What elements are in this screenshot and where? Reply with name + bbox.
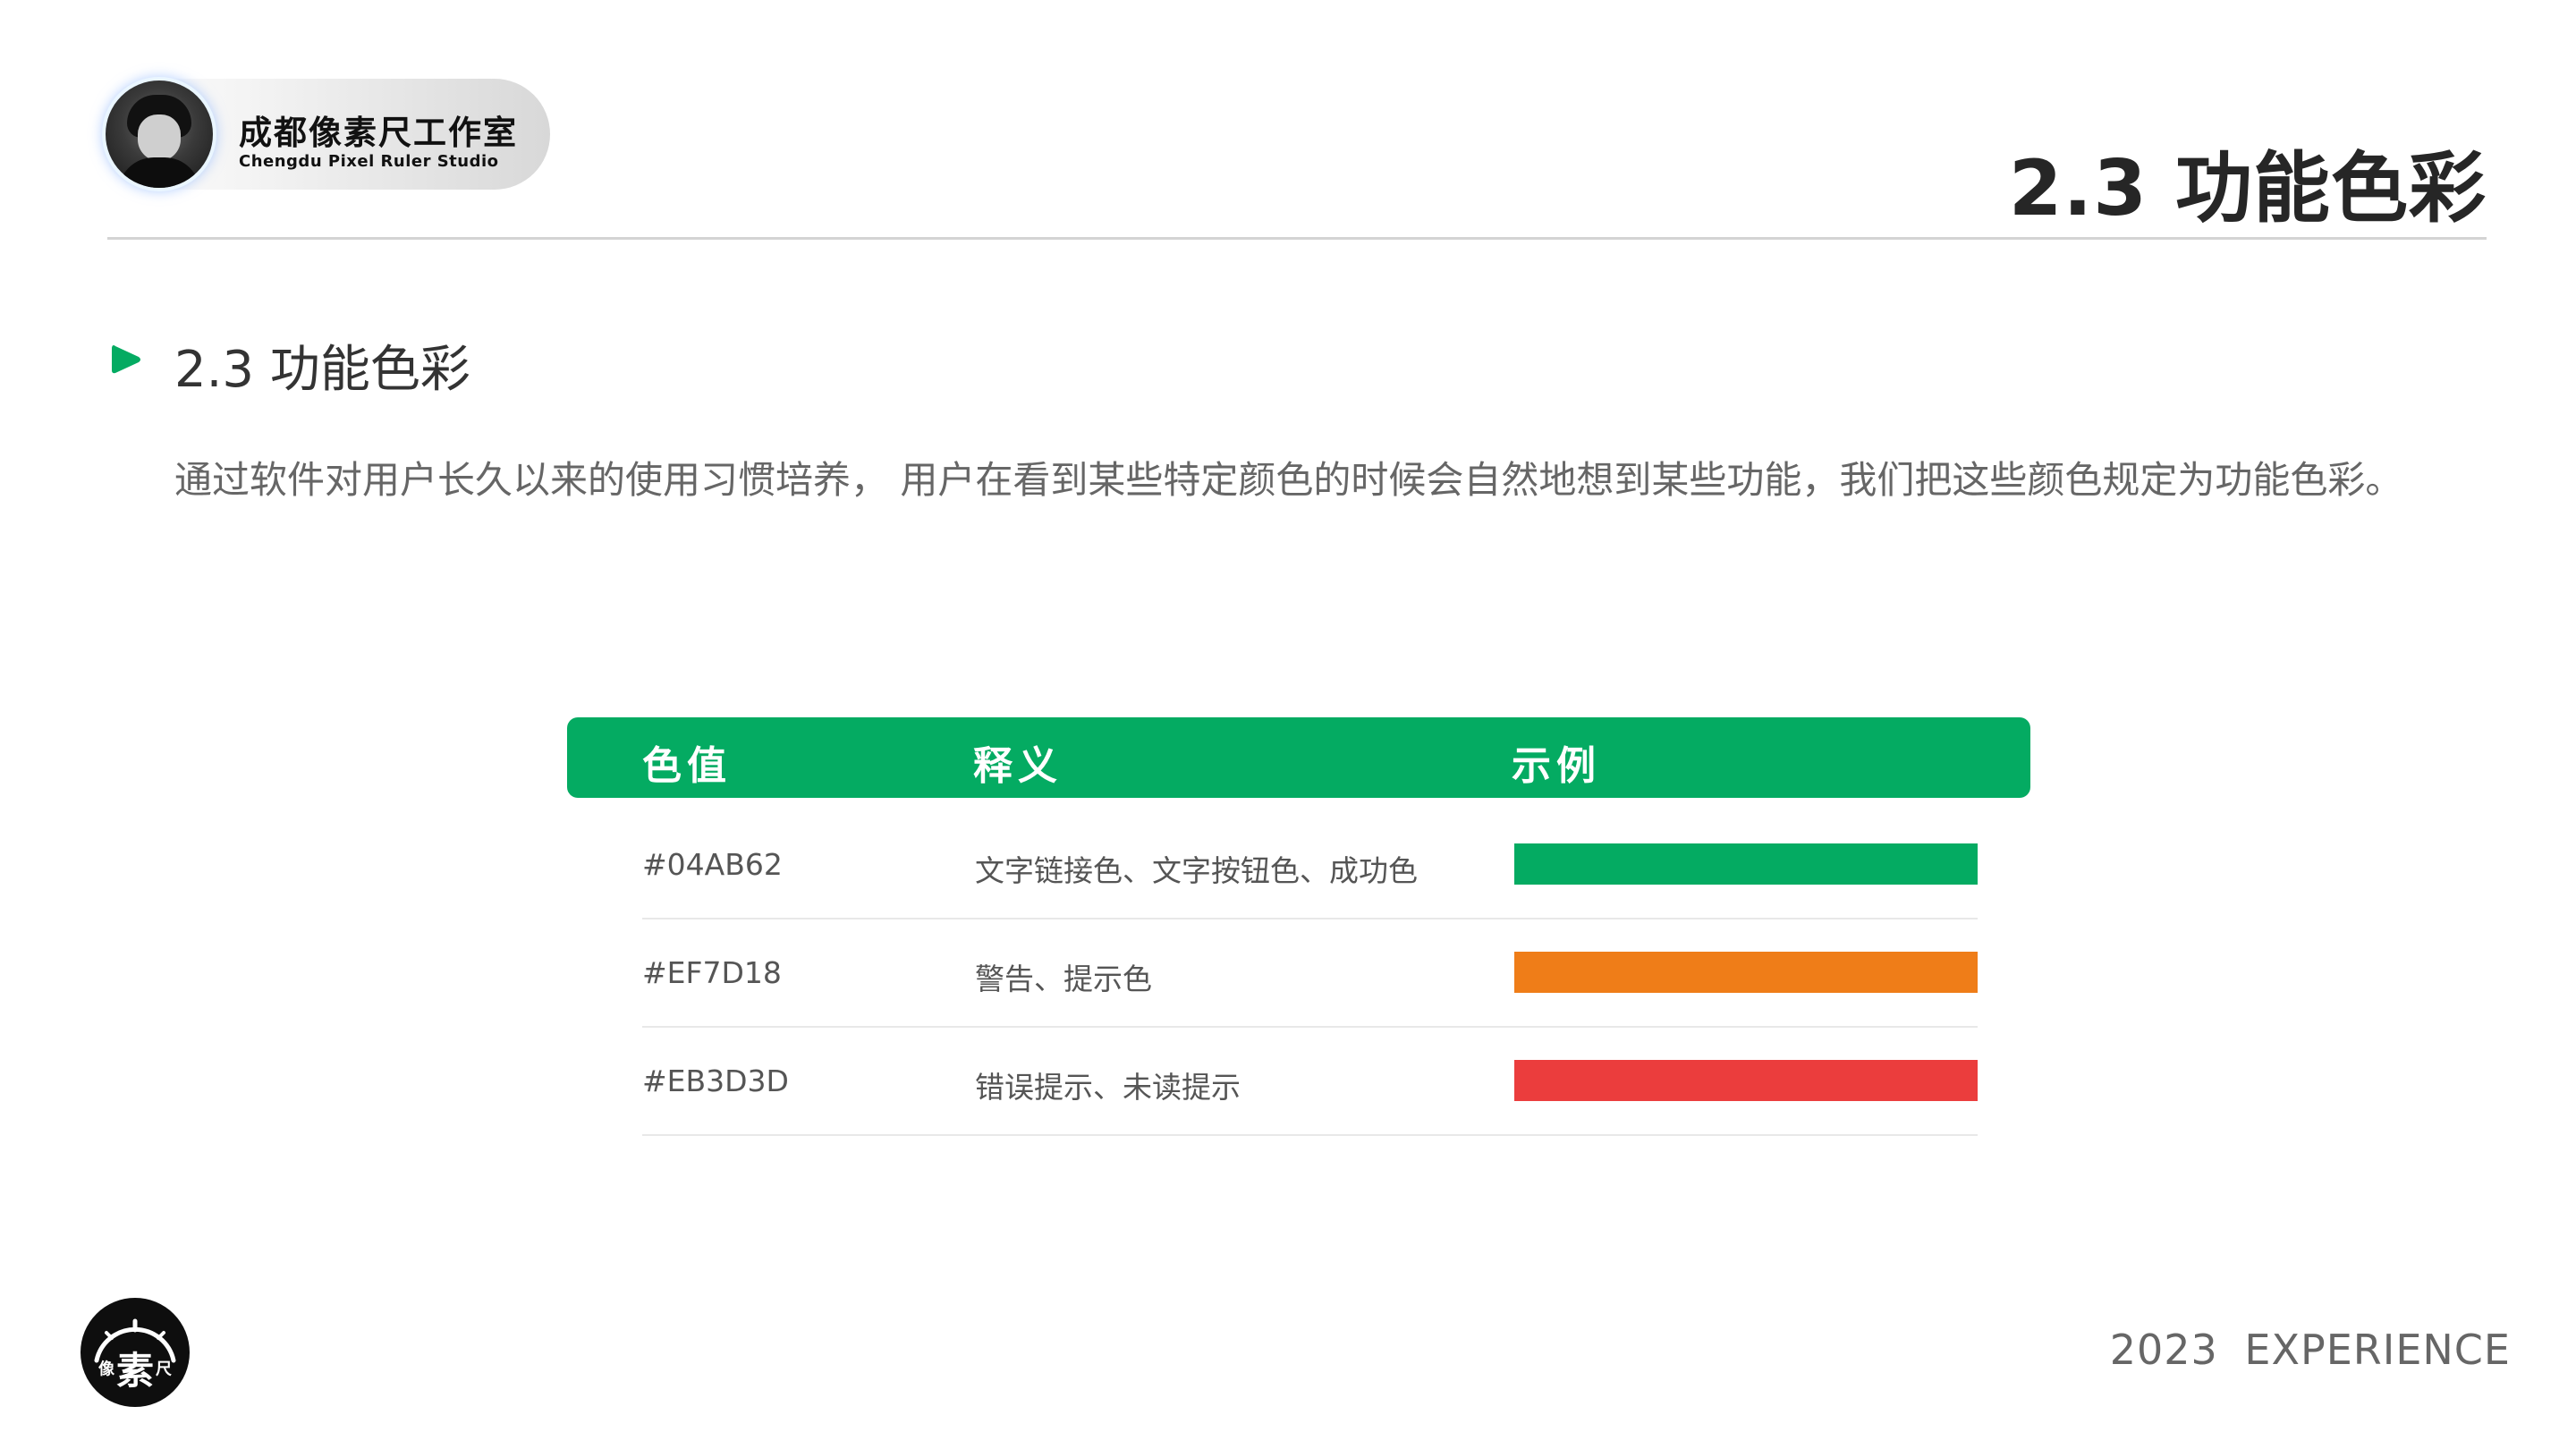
section-title: 2.3 功能色彩 [174,341,470,399]
avatar-face [138,114,181,161]
color-swatch [1514,843,1978,885]
color-swatch [1514,952,1978,993]
table-row: #EB3D3D 错误提示、未读提示 [642,1028,1978,1136]
studio-name-cn: 成都像素尺工作室 [239,114,518,152]
table-row: #04AB62 文字链接色、文字按钮色、成功色 [642,811,1978,919]
intro-paragraph: 通过软件对用户长久以来的使用习惯培养， 用户在看到某些特定颜色的时候会自然地想到… [174,458,2403,502]
column-header-example: 示例 [1512,743,1601,789]
table-header: 色值 释义 示例 [567,717,2030,798]
column-header-color-value: 色值 [642,743,732,789]
play-icon [112,345,140,374]
color-code: #EB3D3D [642,1063,789,1098]
color-meaning: 警告、提示色 [975,962,1152,996]
page-heading: 2.3 功能色彩 [2008,144,2487,233]
header-divider [107,237,2487,240]
table-row: #EF7D18 警告、提示色 [642,919,1978,1028]
avatar-body [118,157,200,188]
logo-char-main: 素 [115,1349,154,1393]
studio-logo: 像素尺 [80,1298,190,1407]
logo-char-right: 尺 [156,1360,172,1379]
column-header-meaning: 释义 [973,743,1063,789]
logo-char-left: 像 [97,1360,114,1379]
avatar [106,80,213,188]
color-meaning: 错误提示、未读提示 [975,1070,1241,1105]
color-code: #EF7D18 [642,955,782,990]
studio-name-en: Chengdu Pixel Ruler Studio [239,152,499,171]
color-code: #04AB62 [642,847,783,882]
studio-badge: 成都像素尺工作室 Chengdu Pixel Ruler Studio [98,79,550,190]
color-meaning: 文字链接色、文字按钮色、成功色 [975,853,1418,888]
footer-year-experience: 2023 EXPERIENCE [2109,1326,2511,1374]
color-swatch [1514,1060,1978,1101]
